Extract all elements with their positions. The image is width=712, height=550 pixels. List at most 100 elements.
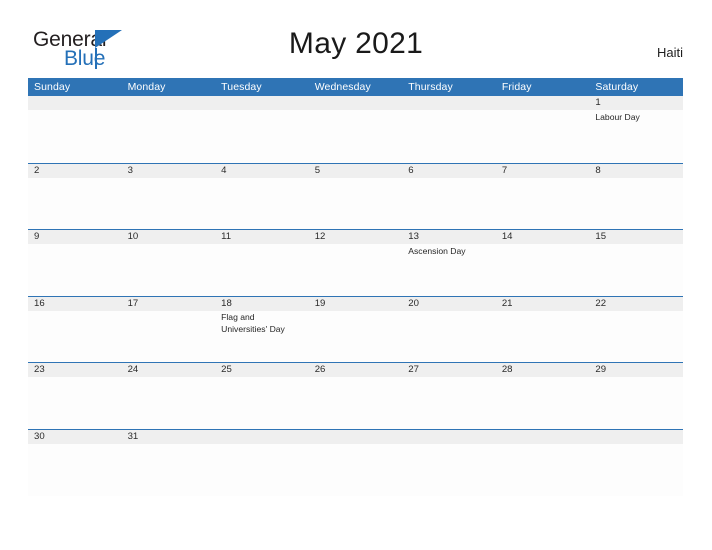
calendar-day-cell[interactable] <box>589 430 683 496</box>
calendar-day-cell[interactable]: 10 <box>122 230 216 296</box>
calendar-week-row: 16 17 18 Flag and Universities' Day 19 20… <box>28 295 683 363</box>
day-number: 5 <box>314 164 321 176</box>
day-number: 29 <box>595 364 607 376</box>
calendar-day-cell[interactable]: 26 <box>309 363 403 429</box>
calendar-day-cell[interactable]: 13 Ascension Day <box>402 230 496 296</box>
calendar-day-cell[interactable]: 16 <box>28 297 122 363</box>
calendar-day-cell[interactable] <box>215 430 309 496</box>
day-number: 21 <box>501 297 513 309</box>
day-event-label <box>128 444 216 446</box>
calendar-day-cell[interactable]: 22 <box>589 297 683 363</box>
day-of-week-header-row: Sunday Monday Tuesday Wednesday Thursday… <box>28 78 683 96</box>
day-number: 16 <box>34 297 45 309</box>
day-event-label <box>221 178 309 180</box>
calendar-day-cell[interactable]: 30 <box>28 430 122 496</box>
day-event-label <box>128 110 216 112</box>
calendar-week-row: 2 3 4 5 6 7 8 <box>28 162 683 230</box>
day-number <box>408 96 496 110</box>
day-number <box>315 430 403 444</box>
calendar-day-cell[interactable] <box>496 96 590 163</box>
day-of-week-friday: Friday <box>501 81 532 93</box>
calendar-day-cell[interactable]: 17 <box>122 297 216 363</box>
calendar-day-cell[interactable] <box>309 430 403 496</box>
day-number <box>408 430 496 444</box>
day-event-label <box>315 244 403 246</box>
calendar-day-cell[interactable]: 1 Labour Day <box>589 96 683 163</box>
calendar-day-cell[interactable]: 20 <box>402 297 496 363</box>
day-number: 23 <box>34 364 45 376</box>
calendar-day-cell[interactable]: 15 <box>589 230 683 296</box>
calendar-day-cell[interactable]: 24 <box>122 363 216 429</box>
calendar-day-cell[interactable]: 27 <box>402 363 496 429</box>
calendar-day-cell[interactable] <box>28 96 122 163</box>
calendar-day-cell[interactable]: 25 <box>215 363 309 429</box>
day-of-week-thursday: Thursday <box>408 81 453 93</box>
day-event-label <box>502 311 590 313</box>
day-event-label <box>502 244 590 246</box>
calendar-day-cell[interactable]: 14 <box>496 230 590 296</box>
calendar-day-cell[interactable]: 4 <box>215 164 309 230</box>
calendar-day-cell[interactable] <box>215 96 309 163</box>
day-number: 2 <box>34 164 40 176</box>
day-event-label <box>128 311 216 313</box>
calendar-week-row: 30 31 <box>28 428 683 496</box>
calendar-day-cell[interactable]: 19 <box>309 297 403 363</box>
calendar-day-cell[interactable]: 18 Flag and Universities' Day <box>215 297 309 363</box>
calendar-table: Sunday Monday Tuesday Wednesday Thursday… <box>28 78 683 496</box>
day-of-week-saturday: Saturday <box>595 81 639 93</box>
day-number: 20 <box>408 297 419 309</box>
calendar-day-cell[interactable]: 3 <box>122 164 216 230</box>
day-event-label: Ascension Day <box>408 245 466 256</box>
day-event-label <box>128 244 216 246</box>
calendar-day-cell[interactable] <box>402 96 496 163</box>
day-number: 9 <box>34 231 40 243</box>
page-title: May 2021 <box>288 27 424 60</box>
day-number <box>221 430 309 444</box>
day-number: 31 <box>127 430 139 442</box>
day-event-label <box>502 178 590 180</box>
day-event-label <box>408 444 496 446</box>
day-event-label <box>34 244 122 246</box>
day-event-label <box>34 311 122 313</box>
day-event-label <box>315 377 403 379</box>
calendar-day-cell[interactable]: 7 <box>496 164 590 230</box>
calendar-day-cell[interactable] <box>402 430 496 496</box>
calendar-day-cell[interactable] <box>122 96 216 163</box>
calendar-day-cell[interactable]: 23 <box>28 363 122 429</box>
day-event-label: Labour Day <box>595 111 640 122</box>
day-event-label <box>221 244 309 246</box>
day-event-label <box>595 244 683 246</box>
day-number: 8 <box>595 164 601 176</box>
day-number: 27 <box>408 364 419 376</box>
calendar-day-cell[interactable]: 21 <box>496 297 590 363</box>
calendar-day-cell[interactable]: 8 <box>589 164 683 230</box>
calendar-day-cell[interactable]: 9 <box>28 230 122 296</box>
day-number: 10 <box>127 231 139 243</box>
calendar-day-cell[interactable]: 28 <box>496 363 590 429</box>
calendar-day-cell[interactable] <box>309 96 403 163</box>
day-event-label <box>34 110 122 112</box>
calendar-day-cell[interactable] <box>496 430 590 496</box>
day-event-label <box>502 444 590 446</box>
calendar-day-cell[interactable]: 11 <box>215 230 309 296</box>
calendar-week-row: 23 24 25 26 27 28 29 <box>28 362 683 429</box>
day-number: 6 <box>408 164 414 176</box>
day-number: 15 <box>595 231 607 243</box>
day-number <box>502 430 590 444</box>
calendar-day-cell[interactable]: 31 <box>122 430 216 496</box>
calendar-day-cell[interactable]: 2 <box>28 164 122 230</box>
day-number: 7 <box>501 164 508 176</box>
day-number: 11 <box>221 231 232 243</box>
calendar-day-cell[interactable]: 6 <box>402 164 496 230</box>
day-event-label <box>315 311 403 313</box>
calendar-day-cell[interactable]: 29 <box>589 363 683 429</box>
day-number: 3 <box>127 164 133 176</box>
day-event-label <box>34 377 122 379</box>
region-label: Haiti <box>656 45 683 60</box>
calendar-day-cell[interactable]: 12 <box>309 230 403 296</box>
day-number: 17 <box>127 297 139 309</box>
day-number <box>595 430 683 444</box>
day-event-label <box>595 444 683 446</box>
day-number <box>315 96 403 110</box>
calendar-day-cell[interactable]: 5 <box>309 164 403 230</box>
